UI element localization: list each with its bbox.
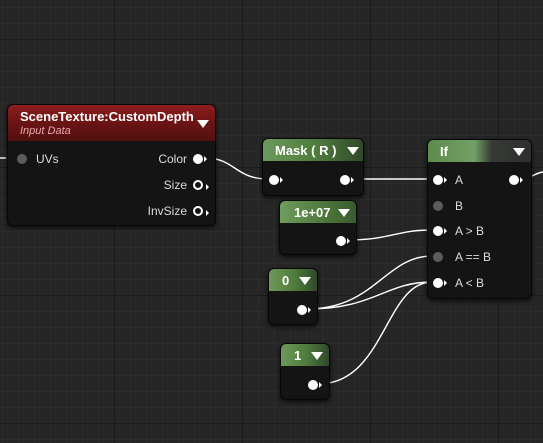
constant-output-pin[interactable] — [336, 236, 350, 246]
invsize-label: InvSize — [147, 204, 187, 218]
if-input-b-label: B — [455, 199, 464, 213]
constant-header[interactable]: 1e+07 — [280, 201, 356, 223]
if-input-greater-pin[interactable] — [433, 226, 447, 236]
constant-header[interactable]: 1 — [281, 344, 329, 366]
invsize-output-pin[interactable] — [193, 206, 209, 216]
if-header[interactable]: If — [428, 140, 531, 162]
if-output-pin[interactable] — [509, 175, 523, 185]
mask-input-pin[interactable] — [269, 175, 283, 185]
mask-output-pin[interactable] — [340, 175, 354, 185]
wire-zero-to-if-equal — [306, 255, 433, 310]
wire-zero-to-if-less — [306, 281, 433, 310]
chevron-down-icon[interactable] — [299, 277, 311, 285]
size-label: Size — [163, 178, 187, 192]
chevron-down-icon[interactable] — [197, 120, 209, 128]
if-input-b-pin[interactable] — [433, 201, 443, 211]
if-node[interactable]: If A B A > B A == B A < B — [427, 139, 532, 299]
color-label: Color — [158, 152, 187, 166]
wire-one-to-if-less — [317, 281, 433, 385]
if-input-equal-pin[interactable] — [433, 252, 443, 262]
constant-node-0[interactable]: 0 — [268, 268, 318, 325]
constant-output-pin[interactable] — [308, 380, 322, 390]
chevron-down-icon[interactable] — [347, 147, 359, 155]
chevron-down-icon[interactable] — [513, 148, 525, 156]
node-title: 0 — [282, 273, 290, 288]
uvs-input-pin[interactable] — [17, 154, 27, 164]
node-title: 1 — [294, 348, 302, 363]
node-title: 1e+07 — [294, 205, 331, 220]
size-output-pin[interactable] — [193, 180, 209, 190]
color-output-pin[interactable] — [193, 154, 207, 164]
mask-header[interactable]: Mask ( R ) — [263, 139, 363, 161]
if-input-greater-label: A > B — [455, 224, 485, 238]
node-title: SceneTexture:CustomDepth — [20, 109, 194, 124]
chevron-down-icon[interactable] — [311, 352, 323, 360]
constant-node-1e07[interactable]: 1e+07 — [279, 200, 357, 255]
wire-big-to-if-greater — [345, 229, 433, 241]
chevron-down-icon[interactable] — [338, 209, 350, 217]
constant-node-1[interactable]: 1 — [280, 343, 330, 400]
if-input-a-pin[interactable] — [433, 175, 447, 185]
node-title: If — [440, 144, 448, 159]
if-input-equal-label: A == B — [455, 250, 492, 264]
constant-header[interactable]: 0 — [269, 269, 317, 291]
if-input-less-label: A < B — [455, 276, 485, 290]
scene-texture-node[interactable]: SceneTexture:CustomDepth Input Data UVs … — [7, 104, 216, 226]
constant-output-pin[interactable] — [297, 305, 311, 315]
scene-texture-header[interactable]: SceneTexture:CustomDepth Input Data — [8, 105, 215, 141]
uvs-label: UVs — [36, 152, 59, 166]
node-title: Mask ( R ) — [275, 143, 337, 158]
if-input-less-pin[interactable] — [433, 278, 447, 288]
mask-node[interactable]: Mask ( R ) — [262, 138, 364, 196]
node-subtitle: Input Data — [20, 125, 71, 137]
if-input-a-label: A — [455, 173, 464, 187]
